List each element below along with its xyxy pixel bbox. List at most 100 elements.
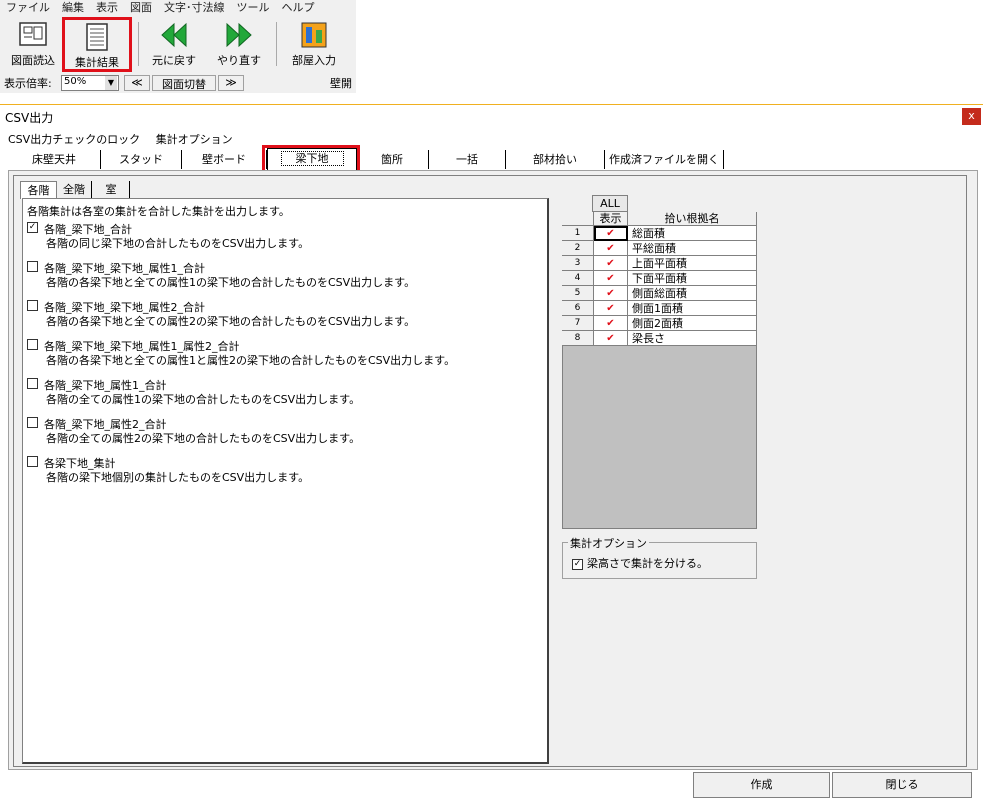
row-show-checkbox[interactable]: ✔ [594, 256, 628, 271]
table-row[interactable]: 1 ✔ 総面積 [562, 226, 757, 241]
drawing-load-label: 図面読込 [11, 54, 55, 67]
option-checkbox[interactable] [27, 339, 38, 350]
option-checkbox[interactable] [27, 300, 38, 311]
tab-stud[interactable]: スタッド [101, 150, 182, 169]
undo-icon [161, 22, 187, 48]
table-row[interactable]: 5 ✔ 側面総面積 [562, 286, 757, 301]
redo-label: やり直す [217, 54, 261, 67]
option-checkbox[interactable]: ✓ [27, 222, 38, 233]
select-all-button[interactable]: ALL [592, 195, 628, 212]
menu-csv-lock[interactable]: CSV出力チェックのロック [8, 133, 140, 146]
row-number: 4 [562, 271, 594, 286]
subtab-each-floor[interactable]: 各階 [20, 181, 57, 199]
drawing-load-icon [19, 22, 47, 46]
options-description: 各階集計は各室の集計を合計した集計を出力します。 [27, 205, 290, 218]
menu-tools[interactable]: ツール [231, 0, 276, 16]
dialog-title: CSV出力 [5, 111, 54, 125]
option-checkbox[interactable] [27, 261, 38, 272]
tab-bar: 床壁天井 スタッド 壁ボード 梁下地 箇所 一括 部材拾い 作成済ファイルを開く [8, 148, 728, 170]
row-number: 1 [562, 226, 594, 241]
tally-option-group-title: 集計オプション [568, 535, 649, 551]
option-checkbox[interactable] [27, 456, 38, 467]
row-show-checkbox[interactable]: ✔ [594, 331, 628, 346]
row-show-checkbox[interactable]: ✔ [594, 301, 628, 316]
table-row[interactable]: 4 ✔ 下面平面積 [562, 271, 757, 286]
room-input-label: 部屋入力 [292, 54, 336, 67]
prev-drawing-button[interactable]: ≪ [124, 75, 150, 91]
subtab-all-floors[interactable]: 全階 [57, 181, 92, 198]
table-row[interactable]: 2 ✔ 平総面積 [562, 241, 757, 256]
room-input-button[interactable]: 部屋入力 [283, 18, 345, 70]
tab-location[interactable]: 箇所 [356, 150, 429, 169]
menu-text-dimension[interactable]: 文字･寸法線 [158, 0, 231, 16]
dialog-menubar: CSV出力チェックのロック 集計オプション [8, 131, 245, 147]
menu-file[interactable]: ファイル [0, 0, 56, 16]
subtab-room[interactable]: 室 [93, 181, 130, 198]
option-checkbox[interactable] [27, 378, 38, 389]
row-show-checkbox[interactable]: ✔ [594, 286, 628, 301]
tab-member-pickup[interactable]: 部材拾い [506, 150, 605, 169]
option-checkbox[interactable] [27, 417, 38, 428]
close-icon[interactable]: x [962, 108, 981, 125]
redo-icon [226, 22, 252, 48]
col-show-header: 表示 [594, 212, 628, 226]
drawing-load-button[interactable]: 図面読込 [2, 18, 64, 70]
row-number: 2 [562, 241, 594, 256]
row-name: 総面積 [628, 226, 757, 241]
tab-floor-wall-ceiling[interactable]: 床壁天井 [8, 150, 101, 169]
option-desc: 各階の各梁下地と全ての属性2の梁下地の合計したものをCSV出力します。 [46, 315, 416, 328]
tally-result-button[interactable]: 集計結果 [62, 17, 132, 72]
row-name: 側面総面積 [628, 286, 757, 301]
redo-button[interactable]: やり直す [208, 18, 270, 70]
menu-drawing[interactable]: 図面 [124, 0, 158, 16]
row-number: 7 [562, 316, 594, 331]
row-name: 側面1面積 [628, 301, 757, 316]
table-row[interactable]: 7 ✔ 側面2面積 [562, 316, 757, 331]
tab-open-created-file[interactable]: 作成済ファイルを開く [605, 150, 724, 169]
zoom-select[interactable]: 50% ▼ [61, 75, 119, 91]
row-show-checkbox[interactable]: ✔ [594, 226, 628, 241]
row-name: 下面平面積 [628, 271, 757, 286]
zoom-row: 表示倍率: 50% ▼ ≪ 図面切替 ≫ 壁開 [0, 73, 356, 91]
active-tab-highlight [262, 145, 360, 173]
table-row[interactable]: 8 ✔ 梁長さ [562, 331, 757, 346]
undo-button[interactable]: 元に戻す [143, 18, 205, 70]
row-number: 5 [562, 286, 594, 301]
option-desc: 各階の全ての属性2の梁下地の合計したものをCSV出力します。 [46, 432, 361, 445]
row-name: 梁長さ [628, 331, 757, 346]
dialog-border [0, 104, 983, 105]
row-number: 8 [562, 331, 594, 346]
switch-drawing-button[interactable]: 図面切替 [152, 75, 216, 91]
table-row[interactable]: 3 ✔ 上面平面積 [562, 256, 757, 271]
create-button[interactable]: 作成 [693, 772, 830, 798]
option-desc: 各階の各梁下地と全ての属性1の梁下地の合計したものをCSV出力します。 [46, 276, 416, 289]
menu-help[interactable]: ヘルプ [276, 0, 321, 16]
row-number: 6 [562, 301, 594, 316]
beam-height-split-checkbox[interactable]: ✓ [572, 558, 583, 570]
beam-height-split-label: 梁高さで集計を分ける。 [587, 557, 708, 570]
row-show-checkbox[interactable]: ✔ [594, 316, 628, 331]
menu-tally-options[interactable]: 集計オプション [156, 133, 233, 146]
row-name: 側面2面積 [628, 316, 757, 331]
next-drawing-button[interactable]: ≫ [218, 75, 244, 91]
zoom-label: 表示倍率: [4, 77, 52, 90]
menu-edit[interactable]: 編集 [56, 0, 90, 16]
tab-bulk[interactable]: 一括 [429, 150, 506, 169]
row-show-checkbox[interactable]: ✔ [594, 241, 628, 256]
tab-wall-board[interactable]: 壁ボード [182, 150, 267, 169]
chevron-down-icon[interactable]: ▼ [105, 76, 117, 90]
app-menubar: ファイル 編集 表示 図面 文字･寸法線 ツール ヘルプ [0, 0, 356, 16]
beam-height-split-option[interactable]: ✓ 梁高さで集計を分ける。 [572, 555, 708, 571]
row-number: 3 [562, 256, 594, 271]
option-desc: 各階の梁下地個別の集計したものをCSV出力します。 [46, 471, 310, 484]
row-show-checkbox[interactable]: ✔ [594, 271, 628, 286]
grid-corner [562, 212, 594, 226]
table-row[interactable]: 6 ✔ 側面1面積 [562, 301, 757, 316]
menu-view[interactable]: 表示 [90, 0, 124, 16]
undo-label: 元に戻す [152, 54, 196, 67]
zoom-value: 50% [64, 76, 87, 87]
wall-open-button[interactable]: 壁開 [318, 75, 352, 90]
room-input-icon [301, 22, 327, 48]
close-button[interactable]: 閉じる [832, 772, 972, 798]
option-desc: 各階の各梁下地と全ての属性1と属性2の梁下地の合計したものをCSV出力します。 [46, 354, 456, 367]
